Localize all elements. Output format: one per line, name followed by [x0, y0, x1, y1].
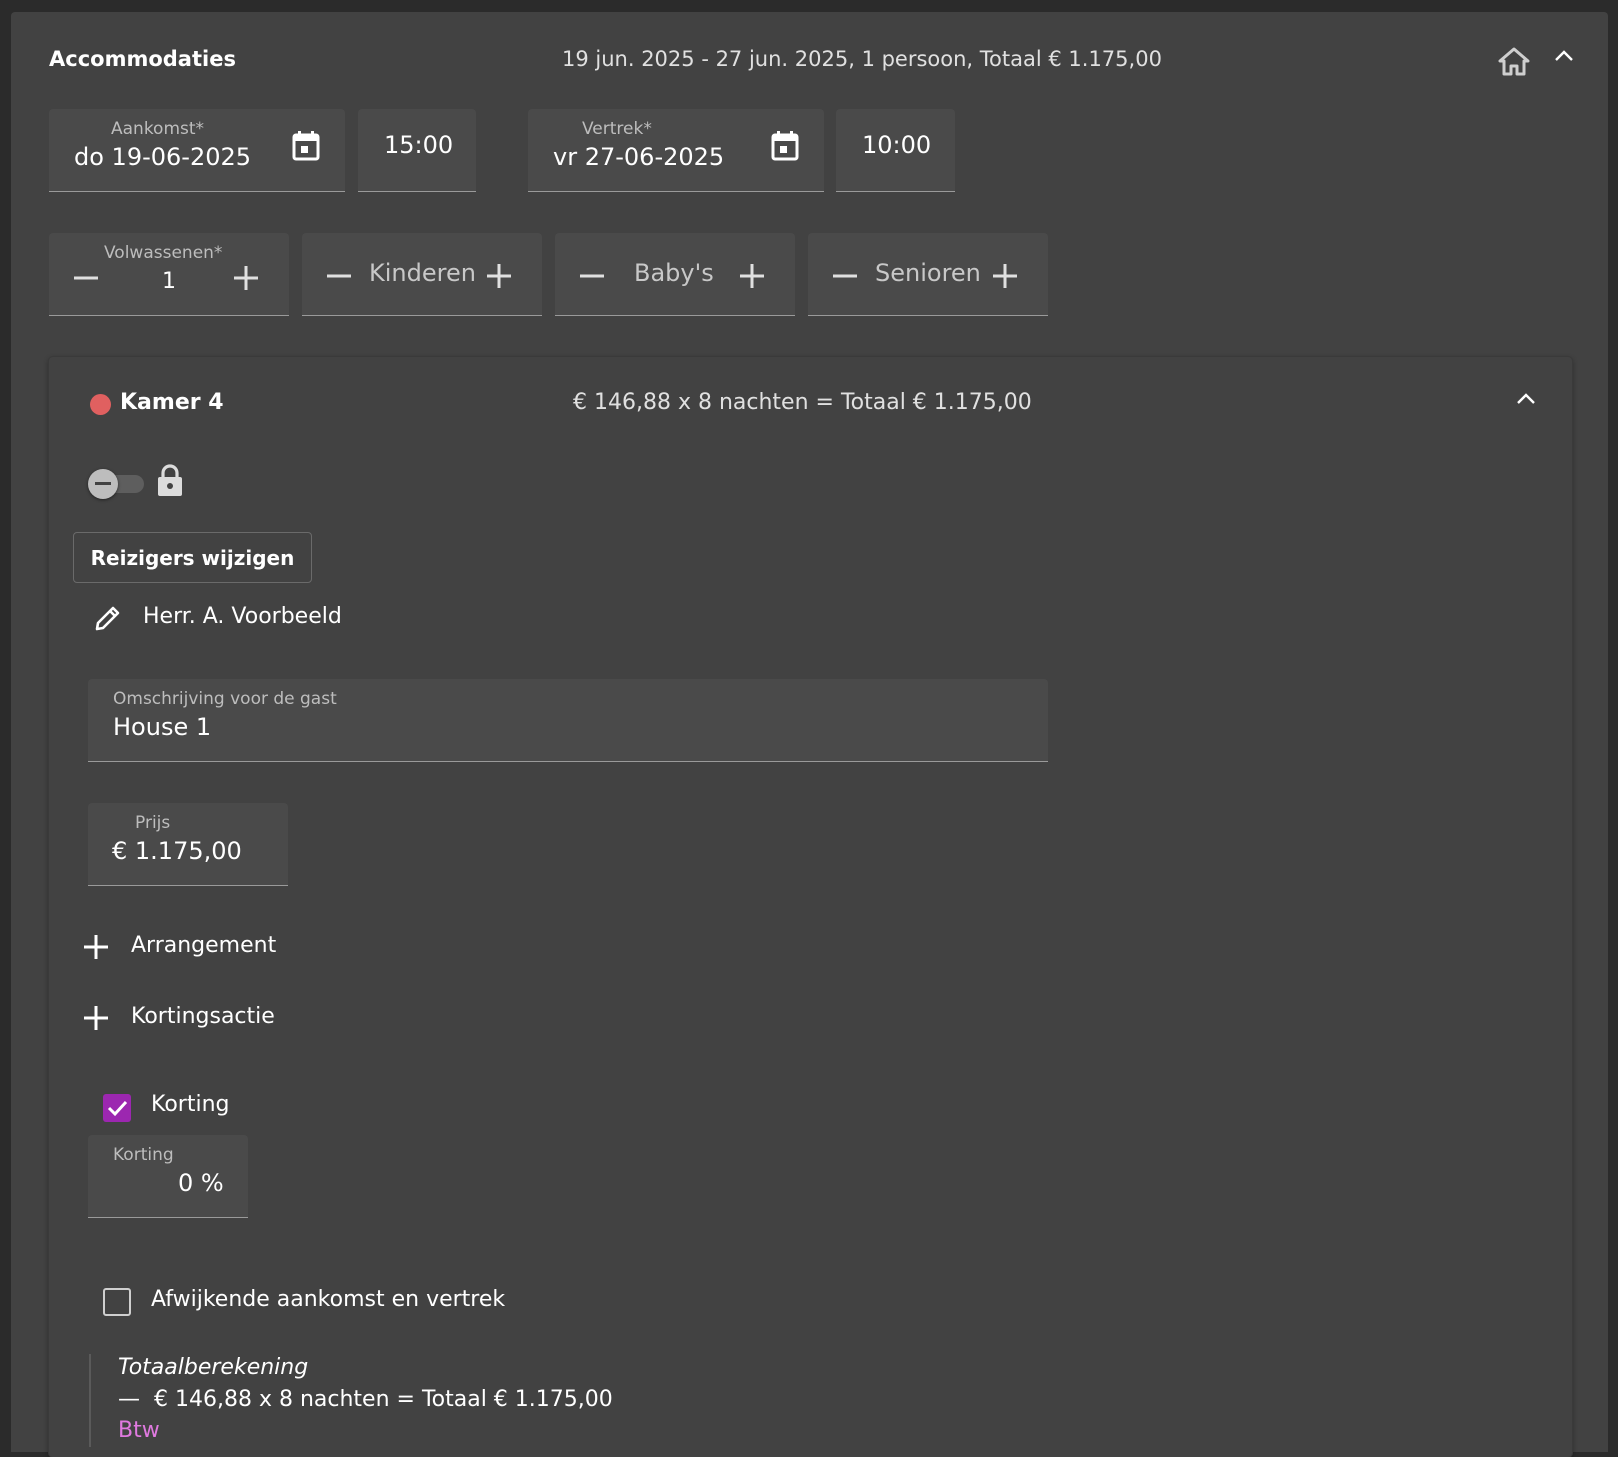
room-name: Kamer 4 — [120, 390, 224, 415]
plus-icon[interactable] — [484, 261, 514, 291]
seniors-label: Senioren — [875, 259, 981, 287]
add-discount-action-button[interactable]: Kortingsactie — [131, 1004, 275, 1029]
babies-label: Baby's — [634, 259, 714, 287]
minus-icon[interactable] — [830, 261, 860, 291]
adults-label: Volwassenen* — [104, 243, 223, 263]
arrival-date-field[interactable]: Aankomst* do 19-06-2025 — [49, 109, 345, 192]
seniors-stepper[interactable]: Senioren — [808, 233, 1048, 316]
calc-title: Totaalberekening — [118, 1355, 309, 1380]
arrival-value: do 19-06-2025 — [74, 143, 252, 171]
children-label: Kinderen — [369, 259, 476, 287]
departure-time-field[interactable]: 10:00 — [836, 109, 955, 192]
calendar-icon[interactable] — [768, 129, 802, 163]
plus-icon[interactable] — [81, 1003, 111, 1033]
price-label: Prijs — [135, 813, 171, 833]
description-label: Omschrijving voor de gast — [113, 689, 337, 709]
home-icon[interactable] — [1496, 44, 1532, 78]
checkmark-icon — [107, 1100, 128, 1117]
adults-stepper[interactable]: Volwassenen* 1 — [49, 233, 289, 316]
children-stepper[interactable]: Kinderen — [302, 233, 542, 316]
toggle-knob — [88, 469, 118, 499]
plus-icon[interactable] — [81, 932, 111, 962]
price-value: € 1.175,00 — [112, 837, 242, 865]
discount-checkbox[interactable] — [103, 1094, 131, 1122]
discount-checkbox-label: Korting — [151, 1092, 230, 1117]
departure-label: Vertrek* — [582, 119, 652, 139]
lock-toggle[interactable] — [88, 469, 146, 499]
departure-time-value: 10:00 — [862, 131, 932, 159]
pencil-icon[interactable] — [91, 601, 125, 635]
calendar-icon[interactable] — [289, 129, 323, 163]
deviating-dates-checkbox[interactable] — [103, 1288, 131, 1316]
plus-icon[interactable] — [990, 261, 1020, 291]
guest-description-field[interactable]: Omschrijving voor de gast House 1 — [88, 679, 1048, 762]
description-value: House 1 — [113, 713, 212, 741]
collapse-room-icon[interactable] — [1514, 387, 1538, 411]
arrival-label: Aankomst* — [111, 119, 205, 139]
plus-icon[interactable] — [231, 263, 261, 293]
room-price-summary: € 146,88 x 8 nachten = Totaal € 1.175,00 — [573, 390, 1032, 415]
minus-icon[interactable] — [324, 261, 354, 291]
arrival-time-field[interactable]: 15:00 — [358, 109, 476, 192]
collapse-section-icon[interactable] — [1552, 44, 1576, 68]
minus-icon[interactable] — [71, 263, 101, 293]
departure-date-field[interactable]: Vertrek* vr 27-06-2025 — [528, 109, 824, 192]
price-field[interactable]: Prijs € 1.175,00 — [88, 803, 288, 886]
arrival-time-value: 15:00 — [384, 131, 454, 159]
add-arrangement-button[interactable]: Arrangement — [131, 933, 276, 958]
plus-icon[interactable] — [737, 261, 767, 291]
calc-line: — € 146,88 x 8 nachten = Totaal € 1.175,… — [118, 1387, 613, 1412]
babies-stepper[interactable]: Baby's — [555, 233, 795, 316]
vat-link[interactable]: Btw — [118, 1418, 160, 1443]
section-title: Accommodaties — [49, 47, 236, 71]
stay-summary: 19 jun. 2025 - 27 jun. 2025, 1 persoon, … — [562, 47, 1162, 71]
minus-icon[interactable] — [577, 261, 607, 291]
traveler-name[interactable]: Herr. A. Voorbeeld — [143, 604, 342, 629]
toggle-minus — [95, 482, 111, 485]
room-status-dot — [90, 394, 111, 415]
discount-field-label: Korting — [113, 1145, 174, 1165]
lock-icon — [154, 462, 186, 498]
discount-field-value: 0 % — [178, 1169, 224, 1197]
departure-value: vr 27-06-2025 — [553, 143, 725, 171]
adults-value: 1 — [162, 269, 176, 294]
discount-field[interactable]: Korting 0 % — [88, 1135, 248, 1218]
calc-border — [89, 1354, 91, 1447]
change-travelers-button[interactable]: Reizigers wijzigen — [73, 532, 312, 583]
deviating-dates-label: Afwijkende aankomst en vertrek — [151, 1287, 506, 1312]
